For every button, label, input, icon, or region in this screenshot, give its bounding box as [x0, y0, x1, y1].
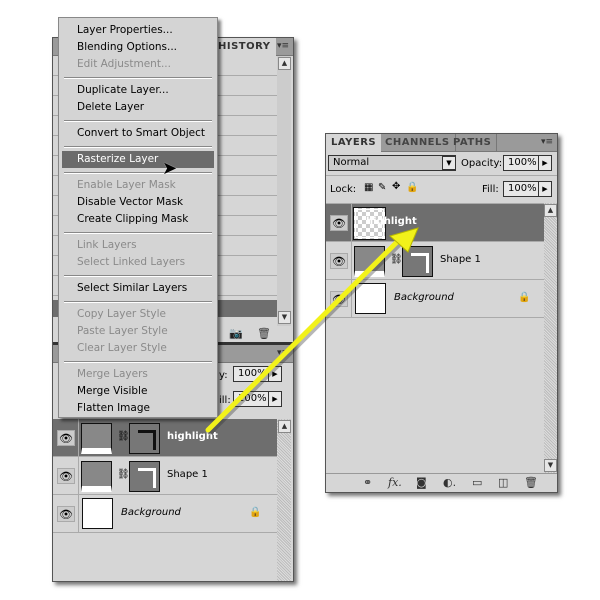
arrow-shaft: [205, 238, 401, 433]
annotation-arrow: [205, 227, 419, 435]
arrow-shaft: [207, 240, 403, 435]
